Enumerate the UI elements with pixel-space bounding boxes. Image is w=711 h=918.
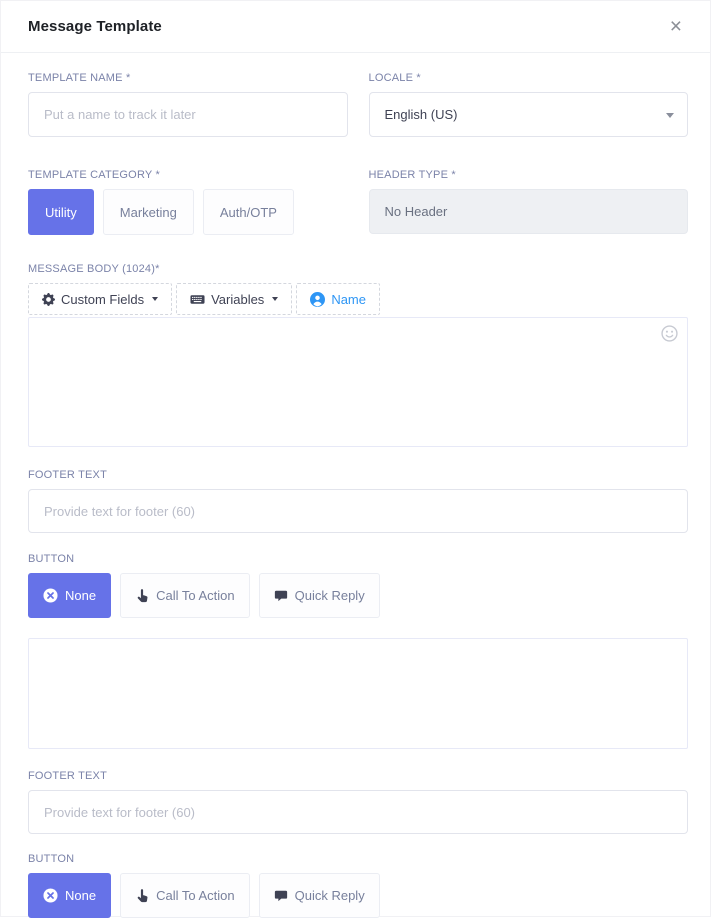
button-type-group: None Call To Action Quick Reply bbox=[28, 573, 688, 618]
button-none-button[interactable]: None bbox=[28, 573, 111, 618]
button-label: BUTTON bbox=[28, 853, 688, 866]
message-body-label: MESSAGE BODY (1024)* bbox=[28, 263, 688, 276]
secondary-body-textarea[interactable] bbox=[28, 638, 688, 749]
category-marketing-button[interactable]: Marketing bbox=[103, 189, 194, 235]
template-name-input[interactable] bbox=[28, 92, 348, 137]
footer-text-label: FOOTER TEXT bbox=[28, 770, 688, 783]
modal-header: Message Template × bbox=[1, 1, 710, 53]
header-type-field: No Header bbox=[369, 189, 689, 234]
category-auth-otp-button[interactable]: Auth/OTP bbox=[203, 189, 294, 235]
caret-down-icon bbox=[272, 297, 278, 301]
custom-fields-label: Custom Fields bbox=[61, 292, 144, 307]
message-body-textarea[interactable] bbox=[28, 317, 688, 447]
chevron-down-icon bbox=[666, 113, 674, 118]
template-name-label: TEMPLATE NAME * bbox=[28, 72, 348, 85]
modal-body: TEMPLATE NAME * LOCALE * English (US) TE… bbox=[1, 53, 710, 918]
button-quick-reply-label: Quick Reply bbox=[295, 888, 365, 903]
locale-label: LOCALE * bbox=[369, 72, 689, 85]
footer-text-section-1: FOOTER TEXT bbox=[28, 469, 688, 533]
person-circle-icon bbox=[310, 292, 325, 307]
button-quick-reply-button-2[interactable]: Quick Reply bbox=[259, 873, 380, 918]
template-category-label: TEMPLATE CATEGORY * bbox=[28, 169, 348, 182]
footer-text-label: FOOTER TEXT bbox=[28, 469, 688, 482]
ban-circle-icon bbox=[43, 588, 58, 603]
button-quick-reply-button[interactable]: Quick Reply bbox=[259, 573, 380, 618]
button-quick-reply-label: Quick Reply bbox=[295, 588, 365, 603]
footer-text-input[interactable] bbox=[28, 489, 688, 533]
keyboard-icon bbox=[190, 292, 205, 307]
footer-text-section-2: FOOTER TEXT bbox=[28, 770, 688, 834]
modal-title: Message Template bbox=[28, 18, 162, 35]
button-section-1: BUTTON None Call To Action Quick Reply bbox=[28, 553, 688, 618]
ban-circle-icon bbox=[43, 888, 58, 903]
category-utility-button[interactable]: Utility bbox=[28, 189, 94, 235]
gear-icon bbox=[42, 293, 55, 306]
smiley-icon[interactable] bbox=[659, 323, 680, 344]
locale-select[interactable]: English (US) bbox=[369, 92, 689, 137]
close-icon[interactable]: × bbox=[666, 14, 686, 39]
button-call-to-action-label: Call To Action bbox=[156, 588, 235, 603]
button-none-label: None bbox=[65, 588, 96, 603]
button-type-group-2: None Call To Action Quick Reply bbox=[28, 873, 688, 918]
variables-label: Variables bbox=[211, 292, 264, 307]
hand-pointer-icon bbox=[135, 589, 149, 603]
template-category-group: Utility Marketing Auth/OTP bbox=[28, 189, 348, 235]
custom-fields-button[interactable]: Custom Fields bbox=[28, 283, 172, 315]
message-body-section: MESSAGE BODY (1024)* Custom Fields Varia… bbox=[28, 263, 688, 447]
message-body-toolbar: Custom Fields Variables Name bbox=[28, 283, 688, 315]
button-call-to-action-button-2[interactable]: Call To Action bbox=[120, 873, 250, 918]
name-variable-button[interactable]: Name bbox=[296, 283, 380, 315]
button-label: BUTTON bbox=[28, 553, 688, 566]
button-none-button-2[interactable]: None bbox=[28, 873, 111, 918]
variables-button[interactable]: Variables bbox=[176, 283, 292, 315]
button-call-to-action-label: Call To Action bbox=[156, 888, 235, 903]
footer-text-input-2[interactable] bbox=[28, 790, 688, 834]
button-none-label: None bbox=[65, 888, 96, 903]
row-name-locale: TEMPLATE NAME * LOCALE * English (US) bbox=[28, 72, 688, 137]
chat-bubble-icon bbox=[274, 889, 288, 903]
button-section-2: BUTTON None Call To Action Quick Reply bbox=[28, 853, 688, 918]
header-type-label: HEADER TYPE * bbox=[369, 169, 689, 182]
row-category-header: TEMPLATE CATEGORY * Utility Marketing Au… bbox=[28, 169, 688, 235]
name-label: Name bbox=[331, 292, 366, 307]
button-call-to-action-button[interactable]: Call To Action bbox=[120, 573, 250, 618]
hand-pointer-icon bbox=[135, 889, 149, 903]
caret-down-icon bbox=[152, 297, 158, 301]
chat-bubble-icon bbox=[274, 589, 288, 603]
